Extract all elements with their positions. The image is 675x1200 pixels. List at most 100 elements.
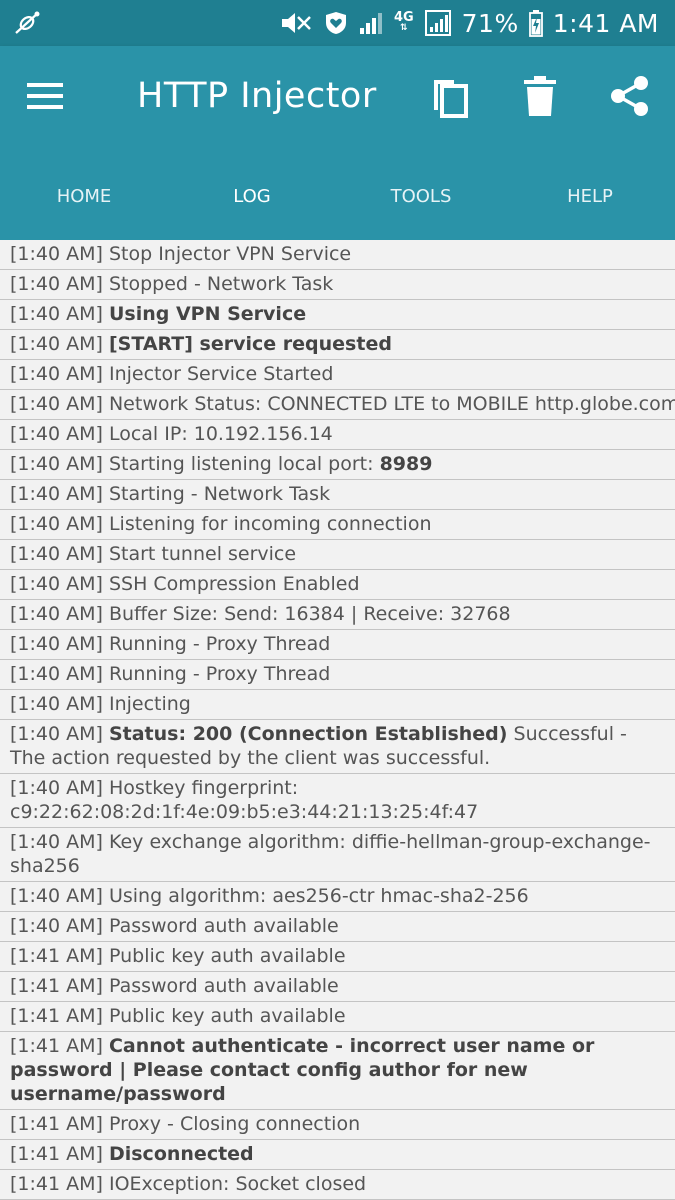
- app-bar: HTTP Injector HOME LOG TOOLS HELP: [0, 46, 675, 240]
- log-entry: [1:40 AM] Using VPN Service: [0, 300, 675, 330]
- log-entry: [1:40 AM] Hostkey fingerprint: c9:22:62:…: [0, 774, 675, 828]
- log-message: Buffer Size: Send: 16384 | Receive: 3276…: [108, 603, 511, 625]
- log-list[interactable]: [1:40 AM] Stop Injector VPN Service [1:4…: [0, 240, 675, 1200]
- log-entry: [1:40 AM] Injecting: [0, 690, 675, 720]
- log-message: Proxy - Closing connection: [108, 1113, 361, 1135]
- log-entry: [1:40 AM] Start tunnel service: [0, 540, 675, 570]
- status-bar: 4G ⇅ 71% 1:41 AM: [0, 0, 675, 46]
- log-entry: [1:40 AM] Starting listening local port:…: [0, 450, 675, 480]
- log-message: Password auth available: [108, 915, 339, 937]
- log-timestamp: [1:40 AM]: [10, 483, 103, 505]
- log-message-bold: Using VPN Service: [108, 303, 307, 325]
- log-entry: [1:40 AM] Buffer Size: Send: 16384 | Rec…: [0, 600, 675, 630]
- log-message-bold: 8989: [379, 453, 433, 475]
- log-timestamp: [1:40 AM]: [10, 243, 103, 265]
- log-entry: [1:40 AM] SSH Compression Enabled: [0, 570, 675, 600]
- log-timestamp: [1:41 AM]: [10, 1173, 103, 1195]
- log-message: Local IP: 10.192.156.14: [108, 423, 333, 445]
- log-timestamp: [1:40 AM]: [10, 273, 103, 295]
- log-message: Listening for incoming connection: [108, 513, 432, 535]
- log-entry: [1:40 AM] Running - Proxy Thread: [0, 630, 675, 660]
- battery-charging-icon: [528, 10, 543, 37]
- battery-percent: 71%: [461, 8, 519, 38]
- log-message: Starting listening local port:: [108, 453, 380, 475]
- app-title: HTTP Injector: [137, 76, 377, 116]
- log-timestamp: [1:40 AM]: [10, 303, 103, 325]
- log-timestamp: [1:40 AM]: [10, 423, 103, 445]
- log-timestamp: [1:40 AM]: [10, 915, 103, 937]
- copy-icon[interactable]: [428, 74, 472, 118]
- log-timestamp: [1:40 AM]: [10, 393, 103, 415]
- log-entry: [1:40 AM] [START] service requested: [0, 330, 675, 360]
- tab-home[interactable]: HOME: [0, 174, 168, 220]
- log-timestamp: [1:40 AM]: [10, 693, 103, 715]
- log-message: Start tunnel service: [108, 543, 297, 565]
- log-message: Starting - Network Task: [108, 483, 331, 505]
- log-message: Stop Injector VPN Service: [108, 243, 352, 265]
- log-message-bold: Disconnected: [108, 1143, 254, 1165]
- log-entry: [1:41 AM] Public key auth available: [0, 942, 675, 972]
- log-message: Running - Proxy Thread: [108, 663, 331, 685]
- log-message-bold: [START] service requested: [108, 333, 392, 355]
- delete-icon[interactable]: [518, 74, 562, 118]
- log-entry: [1:40 AM] Starting - Network Task: [0, 480, 675, 510]
- log-entry: [1:40 AM] Local IP: 10.192.156.14: [0, 420, 675, 450]
- log-entry: [1:40 AM] Status: 200 (Connection Establ…: [0, 720, 675, 774]
- log-message: Injecting: [108, 693, 191, 715]
- mute-icon: [281, 13, 311, 33]
- log-entry: [1:40 AM] Key exchange algorithm: diffie…: [0, 828, 675, 882]
- log-entry: [1:41 AM] Cannot authenticate - incorrec…: [0, 1032, 675, 1110]
- log-entry: [1:41 AM] Proxy - Closing connection: [0, 1110, 675, 1140]
- log-timestamp: [1:40 AM]: [10, 633, 103, 655]
- log-message: SSH Compression Enabled: [108, 573, 360, 595]
- log-timestamp: [1:41 AM]: [10, 1035, 103, 1057]
- log-message: Password auth available: [108, 975, 339, 997]
- share-icon[interactable]: [608, 74, 652, 118]
- log-message: Public key auth available: [108, 945, 346, 967]
- log-entry: [1:40 AM] Network Status: CONNECTED LTE …: [0, 390, 675, 420]
- log-timestamp: [1:40 AM]: [10, 333, 103, 355]
- log-timestamp: [1:41 AM]: [10, 975, 103, 997]
- log-message-bold: Status: 200 (Connection Established): [108, 723, 508, 745]
- log-timestamp: [1:40 AM]: [10, 513, 103, 535]
- log-timestamp: [1:40 AM]: [10, 573, 103, 595]
- log-timestamp: [1:40 AM]: [10, 831, 103, 853]
- log-message: Running - Proxy Thread: [108, 633, 331, 655]
- log-timestamp: [1:41 AM]: [10, 1143, 103, 1165]
- log-timestamp: [1:40 AM]: [10, 663, 103, 685]
- wifi-signal-icon: [359, 13, 382, 34]
- log-entry: [1:40 AM] Stopped - Network Task: [0, 270, 675, 300]
- log-message: IOException: Socket closed: [108, 1173, 367, 1195]
- log-timestamp: [1:41 AM]: [10, 945, 103, 967]
- tab-tools[interactable]: TOOLS: [337, 174, 505, 220]
- menu-button[interactable]: [27, 80, 63, 112]
- log-message: Using algorithm: aes256-ctr hmac-sha2-25…: [108, 885, 529, 907]
- log-timestamp: [1:41 AM]: [10, 1113, 103, 1135]
- log-message: Injector Service Started: [108, 363, 334, 385]
- log-timestamp: [1:41 AM]: [10, 1005, 103, 1027]
- tab-help[interactable]: HELP: [506, 174, 674, 220]
- tab-log[interactable]: LOG: [168, 174, 336, 220]
- log-entry: [1:40 AM] Stop Injector VPN Service: [0, 240, 675, 270]
- log-entry: [1:41 AM] IOException: Socket closed: [0, 1170, 675, 1200]
- shield-heart-icon: [325, 12, 346, 34]
- log-timestamp: [1:40 AM]: [10, 885, 103, 907]
- clock: 1:41 AM: [552, 8, 659, 38]
- log-entry: [1:40 AM] Injector Service Started: [0, 360, 675, 390]
- log-timestamp: [1:40 AM]: [10, 603, 103, 625]
- log-entry: [1:40 AM] Listening for incoming connect…: [0, 510, 675, 540]
- cell-signal-icon: [424, 10, 451, 36]
- log-timestamp: [1:40 AM]: [10, 777, 103, 799]
- log-entry: [1:40 AM] Password auth available: [0, 912, 675, 942]
- log-entry: [1:41 AM] Password auth available: [0, 972, 675, 1002]
- log-entry: [1:41 AM] Public key auth available: [0, 1002, 675, 1032]
- log-timestamp: [1:40 AM]: [10, 723, 103, 745]
- log-entry: [1:41 AM] Disconnected: [0, 1140, 675, 1170]
- log-message: Network Status: CONNECTED LTE to MOBILE …: [108, 393, 675, 415]
- log-timestamp: [1:40 AM]: [10, 363, 103, 385]
- log-timestamp: [1:40 AM]: [10, 543, 103, 565]
- log-timestamp: [1:40 AM]: [10, 453, 103, 475]
- tab-bar: HOME LOG TOOLS HELP: [0, 174, 675, 220]
- log-entry: [1:40 AM] Using algorithm: aes256-ctr hm…: [0, 882, 675, 912]
- log-message: Public key auth available: [108, 1005, 346, 1027]
